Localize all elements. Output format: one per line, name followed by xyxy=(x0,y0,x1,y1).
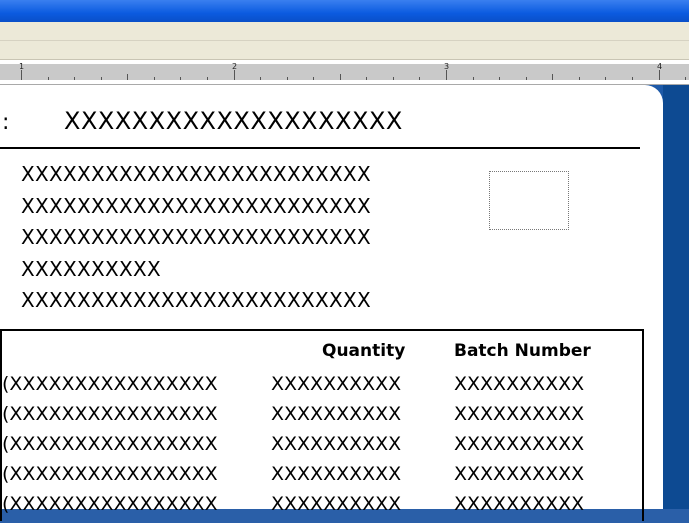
cell-description: (XXXXXXXXXXXXXXXX xyxy=(2,373,218,395)
table-row: (XXXXXXXXXXXXXXXX XXXXXXXXXX XXXXXXXXXX xyxy=(2,403,642,433)
ruler-tick xyxy=(234,70,235,80)
toolbar xyxy=(0,22,689,41)
table-row: (XXXXXXXXXXXXXXXX XXXXXXXXXX XXXXXXXXXX xyxy=(2,463,642,493)
address-line: XXXXXXXXXXXXXXXXXXXXXXXXX xyxy=(21,162,372,186)
cell-quantity: XXXXXXXXXX xyxy=(271,493,402,515)
ruler-tick xyxy=(419,77,420,80)
ruler-tick xyxy=(552,74,553,80)
ruler-number-2: 2 xyxy=(232,62,238,71)
image-placeholder-box[interactable] xyxy=(489,171,569,230)
ruler-tick xyxy=(605,77,606,80)
ruler-tick xyxy=(446,70,447,80)
address-block: XXXXXXXXXXXXXXXXXXXXXXXXX XXXXXXXXXXXXXX… xyxy=(21,159,371,317)
ruler-tick xyxy=(659,70,660,80)
cell-description: (XXXXXXXXXXXXXXXX xyxy=(2,493,218,515)
ruler-tick xyxy=(526,77,527,80)
ruler-tick xyxy=(260,77,261,80)
table-row: (XXXXXXXXXXXXXXXX XXXXXXXXXX XXXXXXXXXX xyxy=(2,433,642,463)
ruler-tick xyxy=(287,77,288,80)
ruler-number-3: 3 xyxy=(444,62,450,71)
ruler-tick xyxy=(101,77,102,80)
cell-quantity: XXXXXXXXXX xyxy=(271,463,402,485)
cell-description: (XXXXXXXXXXXXXXXX xyxy=(2,403,218,425)
header-value: XXXXXXXXXXXXXXXXXXXX xyxy=(64,107,403,135)
document-workspace[interactable]: : XXXXXXXXXXXXXXXXXXXX XXXXXXXXXXXXXXXXX… xyxy=(0,85,689,521)
ruler-tick xyxy=(127,74,128,80)
ruler-tick xyxy=(340,74,341,80)
address-line: XXXXXXXXXXXXXXXXXXXXXXXXX xyxy=(21,288,372,312)
ruler-tick xyxy=(313,77,314,80)
horizontal-ruler[interactable]: 1 2 3 4 xyxy=(0,60,689,85)
cell-batch: XXXXXXXXXX xyxy=(454,433,585,455)
cell-batch: XXXXXXXXXX xyxy=(454,463,585,485)
ruler-tick xyxy=(154,77,155,80)
ruler-tick xyxy=(685,77,686,80)
page-edge-shadow xyxy=(663,85,689,509)
ruler-tick xyxy=(632,77,633,80)
column-header-batch-number: Batch Number xyxy=(454,341,591,361)
ruler-tick xyxy=(499,77,500,80)
ruler-track xyxy=(0,64,689,80)
ruler-tick xyxy=(393,77,394,80)
address-line: XXXXXXXXXXXXXXXXXXXXXXXXX xyxy=(21,193,372,218)
ruler-number-1: 1 xyxy=(19,62,25,71)
field-label-fragment: : xyxy=(2,110,10,135)
document-page[interactable]: : XXXXXXXXXXXXXXXXXXXX XXXXXXXXXXXXXXXXX… xyxy=(0,85,663,521)
header-divider xyxy=(0,147,640,149)
cell-quantity: XXXXXXXXXX xyxy=(271,403,402,425)
cell-batch: XXXXXXXXXX xyxy=(454,493,585,515)
ruler-number-4: 4 xyxy=(657,62,663,71)
cell-description: (XXXXXXXXXXXXXXXX xyxy=(2,463,218,485)
cell-quantity: XXXXXXXXXX xyxy=(271,433,402,455)
items-table: Quantity Batch Number (XXXXXXXXXXXXXXXX … xyxy=(0,329,644,521)
cell-batch: XXXXXXXXXX xyxy=(454,373,585,395)
ruler-tick xyxy=(74,77,75,80)
window-title-bar[interactable] xyxy=(0,0,689,22)
ruler-tick xyxy=(207,77,208,80)
ruler-tick xyxy=(473,77,474,80)
cell-quantity: XXXXXXXXXX xyxy=(271,373,402,395)
cell-description: (XXXXXXXXXXXXXXXX xyxy=(2,433,218,455)
cell-batch: XXXXXXXXXX xyxy=(454,403,585,425)
format-toolbar xyxy=(0,41,689,60)
ruler-tick xyxy=(366,77,367,80)
ruler-tick xyxy=(48,77,49,80)
ruler-tick xyxy=(180,77,181,80)
table-row: (XXXXXXXXXXXXXXXX XXXXXXXXXX XXXXXXXXXX xyxy=(2,373,642,403)
address-line: XXXXXXXXXXXXXXXXXXXXXXXXX xyxy=(21,225,372,249)
column-header-quantity: Quantity xyxy=(322,341,406,361)
address-line: XXXXXXXXXX xyxy=(21,256,162,281)
table-row: (XXXXXXXXXXXXXXXX XXXXXXXXXX XXXXXXXXXX xyxy=(2,493,642,523)
ruler-tick xyxy=(579,77,580,80)
ruler-tick xyxy=(21,70,22,80)
